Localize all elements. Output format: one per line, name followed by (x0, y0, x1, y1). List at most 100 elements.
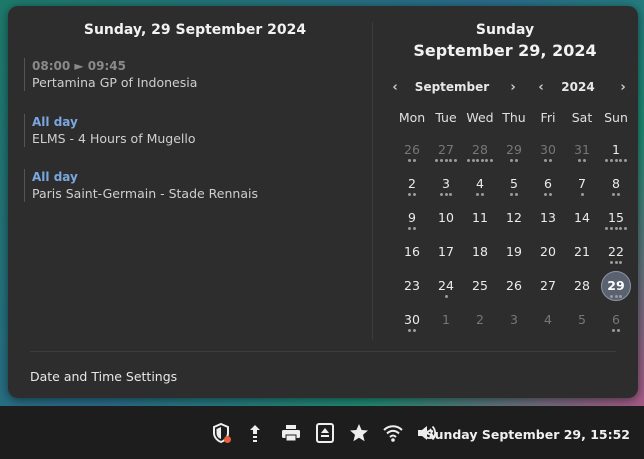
calendar-day[interactable]: 13 (531, 201, 565, 235)
calendar-day[interactable]: 11 (463, 201, 497, 235)
calendar-day[interactable]: 3 (497, 303, 531, 337)
calendar-day[interactable]: 17 (429, 235, 463, 269)
event-dot (444, 295, 448, 298)
calendar-day[interactable]: 26 (395, 133, 429, 167)
date-time-settings-link[interactable]: Date and Time Settings (30, 369, 177, 384)
event-dot (439, 193, 443, 196)
calendar-day[interactable]: 12 (497, 201, 531, 235)
calendar-day[interactable]: 4 (531, 303, 565, 337)
event-dot (444, 193, 448, 196)
event-dot (476, 193, 480, 196)
calendar-day[interactable]: 27 (531, 269, 565, 303)
event-dots (565, 193, 599, 198)
calendar-day[interactable]: 1 (599, 133, 633, 167)
month-navigator: ‹ September › (384, 80, 520, 98)
event-dots (497, 193, 531, 198)
event-dot (510, 159, 514, 162)
shield-alert-icon[interactable] (210, 422, 232, 444)
calendar-day[interactable]: 18 (463, 235, 497, 269)
event-dot (609, 261, 613, 264)
event-dots (429, 193, 463, 198)
event-dot (485, 159, 489, 162)
event-dot (435, 159, 439, 162)
calendar-day-number: 17 (438, 244, 454, 259)
event-dots (599, 193, 633, 198)
calendar-day[interactable]: 5 (565, 303, 599, 337)
calendar-day[interactable]: 25 (463, 269, 497, 303)
eject-icon[interactable] (314, 422, 336, 444)
calendar-day[interactable]: 20 (531, 235, 565, 269)
printer-icon[interactable] (280, 422, 302, 444)
next-month-icon[interactable]: › (506, 80, 520, 95)
calendar-day[interactable]: 26 (497, 269, 531, 303)
event-dots (395, 193, 429, 198)
calendar-day-number: 23 (404, 278, 420, 293)
event-time: All day (32, 170, 78, 184)
upload-arrows-icon[interactable] (244, 422, 266, 444)
calendar-day[interactable]: 23 (395, 269, 429, 303)
event-dot (619, 261, 623, 264)
event-item[interactable]: All day ELMS - 4 Hours of Mugello (24, 114, 366, 147)
calendar-day-number: 26 (506, 278, 522, 293)
event-dot (548, 159, 552, 162)
calendar-day-number: 3 (510, 312, 518, 327)
wifi-icon[interactable] (382, 422, 404, 444)
event-dots (429, 159, 463, 164)
calendar-day-number: 11 (472, 210, 488, 225)
event-dot (614, 261, 618, 264)
calendar-day[interactable]: 28 (565, 269, 599, 303)
event-dot (609, 159, 613, 162)
star-icon[interactable] (348, 422, 370, 444)
weekday-header: Sat (571, 110, 593, 125)
calendar-day-number: 20 (540, 244, 556, 259)
event-dot (480, 193, 484, 196)
calendar-day[interactable]: 28 (463, 133, 497, 167)
prev-month-icon[interactable]: ‹ (388, 80, 402, 95)
event-dot (609, 295, 613, 298)
calendar-day[interactable]: 16 (395, 235, 429, 269)
calendar-day[interactable]: 30 (395, 303, 429, 337)
calendar-day[interactable]: 2 (395, 167, 429, 201)
calendar-day[interactable]: 2 (463, 303, 497, 337)
calendar-day[interactable]: 6 (599, 303, 633, 337)
calendar-day[interactable]: 5 (497, 167, 531, 201)
calendar-day[interactable]: 30 (531, 133, 565, 167)
taskbar-clock[interactable]: Sunday September 29, 15:52 (426, 427, 630, 442)
event-dots (463, 193, 497, 198)
event-dot (480, 159, 484, 162)
calendar-day[interactable]: 27 (429, 133, 463, 167)
event-dot (614, 159, 618, 162)
calendar-day[interactable]: 24 (429, 269, 463, 303)
prev-year-icon[interactable]: ‹ (534, 80, 548, 95)
calendar-day[interactable]: 19 (497, 235, 531, 269)
calendar-day[interactable]: 1 (429, 303, 463, 337)
event-dot (623, 227, 627, 230)
event-item[interactable]: All day Paris Saint-Germain - Stade Renn… (24, 169, 366, 202)
calendar-day[interactable]: 22 (599, 235, 633, 269)
event-dot (449, 159, 453, 162)
calendar-day[interactable]: 31 (565, 133, 599, 167)
calendar-day-today[interactable]: 29 (599, 269, 633, 303)
calendar-day[interactable]: 21 (565, 235, 599, 269)
calendar-day[interactable]: 7 (565, 167, 599, 201)
calendar-weekday-title: Sunday (475, 22, 535, 38)
event-dots (395, 159, 429, 164)
event-item[interactable]: 08:00 ► 09:45 Pertamina GP of Indonesia (24, 58, 366, 91)
weekday-header: Thu (502, 110, 526, 125)
calendar-day[interactable]: 14 (565, 201, 599, 235)
horizontal-divider (30, 351, 616, 352)
next-year-icon[interactable]: › (616, 80, 630, 95)
calendar-day[interactable]: 3 (429, 167, 463, 201)
calendar-day[interactable]: 9 (395, 201, 429, 235)
calendar-day[interactable]: 10 (429, 201, 463, 235)
calendar-day[interactable]: 6 (531, 167, 565, 201)
calendar-day[interactable]: 8 (599, 167, 633, 201)
event-dot (449, 193, 453, 196)
event-dot (412, 227, 416, 230)
event-dot (476, 159, 480, 162)
event-dots (463, 159, 497, 164)
calendar-day[interactable]: 29 (497, 133, 531, 167)
calendar-day-number: 5 (578, 312, 586, 327)
calendar-day[interactable]: 4 (463, 167, 497, 201)
calendar-day[interactable]: 15 (599, 201, 633, 235)
